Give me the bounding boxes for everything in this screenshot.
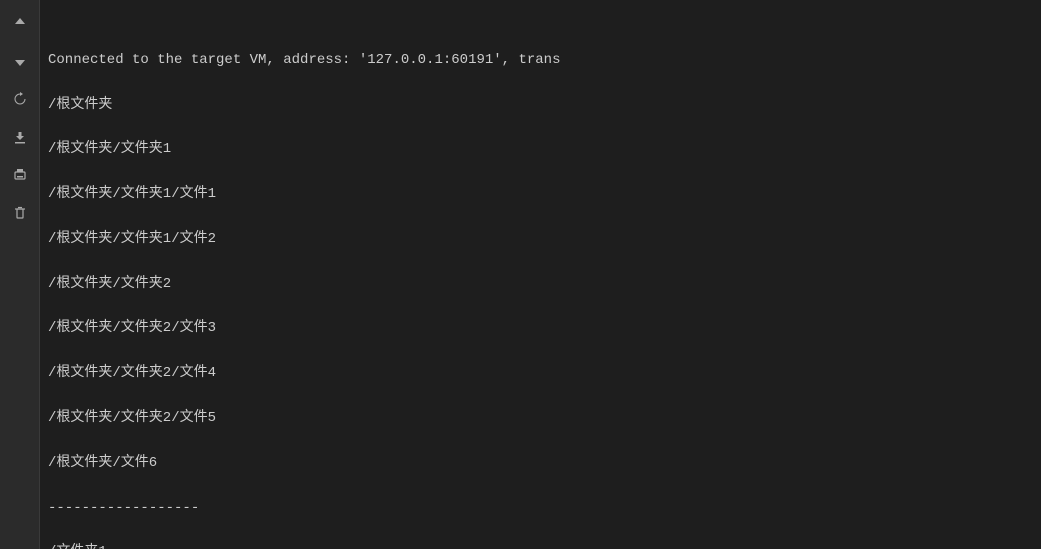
console-line: /文件夹1: [48, 541, 1033, 549]
print-icon[interactable]: [5, 160, 35, 190]
console-output[interactable]: Connected to the target VM, address: '12…: [40, 0, 1041, 549]
download-icon[interactable]: [5, 122, 35, 152]
console-line: /根文件夹/文件夹2/文件4: [48, 362, 1033, 384]
arrow-down-icon[interactable]: [5, 46, 35, 76]
console-line: /根文件夹/文件6: [48, 452, 1033, 474]
reload-icon[interactable]: [5, 84, 35, 114]
console-line: /根文件夹/文件夹2/文件3: [48, 317, 1033, 339]
console-line: /根文件夹/文件夹2: [48, 273, 1033, 295]
arrow-up-icon[interactable]: [5, 8, 35, 38]
console-line: ------------------: [48, 497, 1033, 519]
sidebar: [0, 0, 40, 549]
console-line: Connected to the target VM, address: '12…: [48, 49, 1033, 71]
console-line: /根文件夹/文件夹1: [48, 138, 1033, 160]
console-line: /根文件夹: [48, 94, 1033, 116]
delete-icon[interactable]: [5, 198, 35, 228]
console-panel: Connected to the target VM, address: '12…: [40, 0, 1041, 549]
console-line: /根文件夹/文件夹2/文件5: [48, 407, 1033, 429]
console-line: /根文件夹/文件夹1/文件1: [48, 183, 1033, 205]
console-line: /根文件夹/文件夹1/文件2: [48, 228, 1033, 250]
